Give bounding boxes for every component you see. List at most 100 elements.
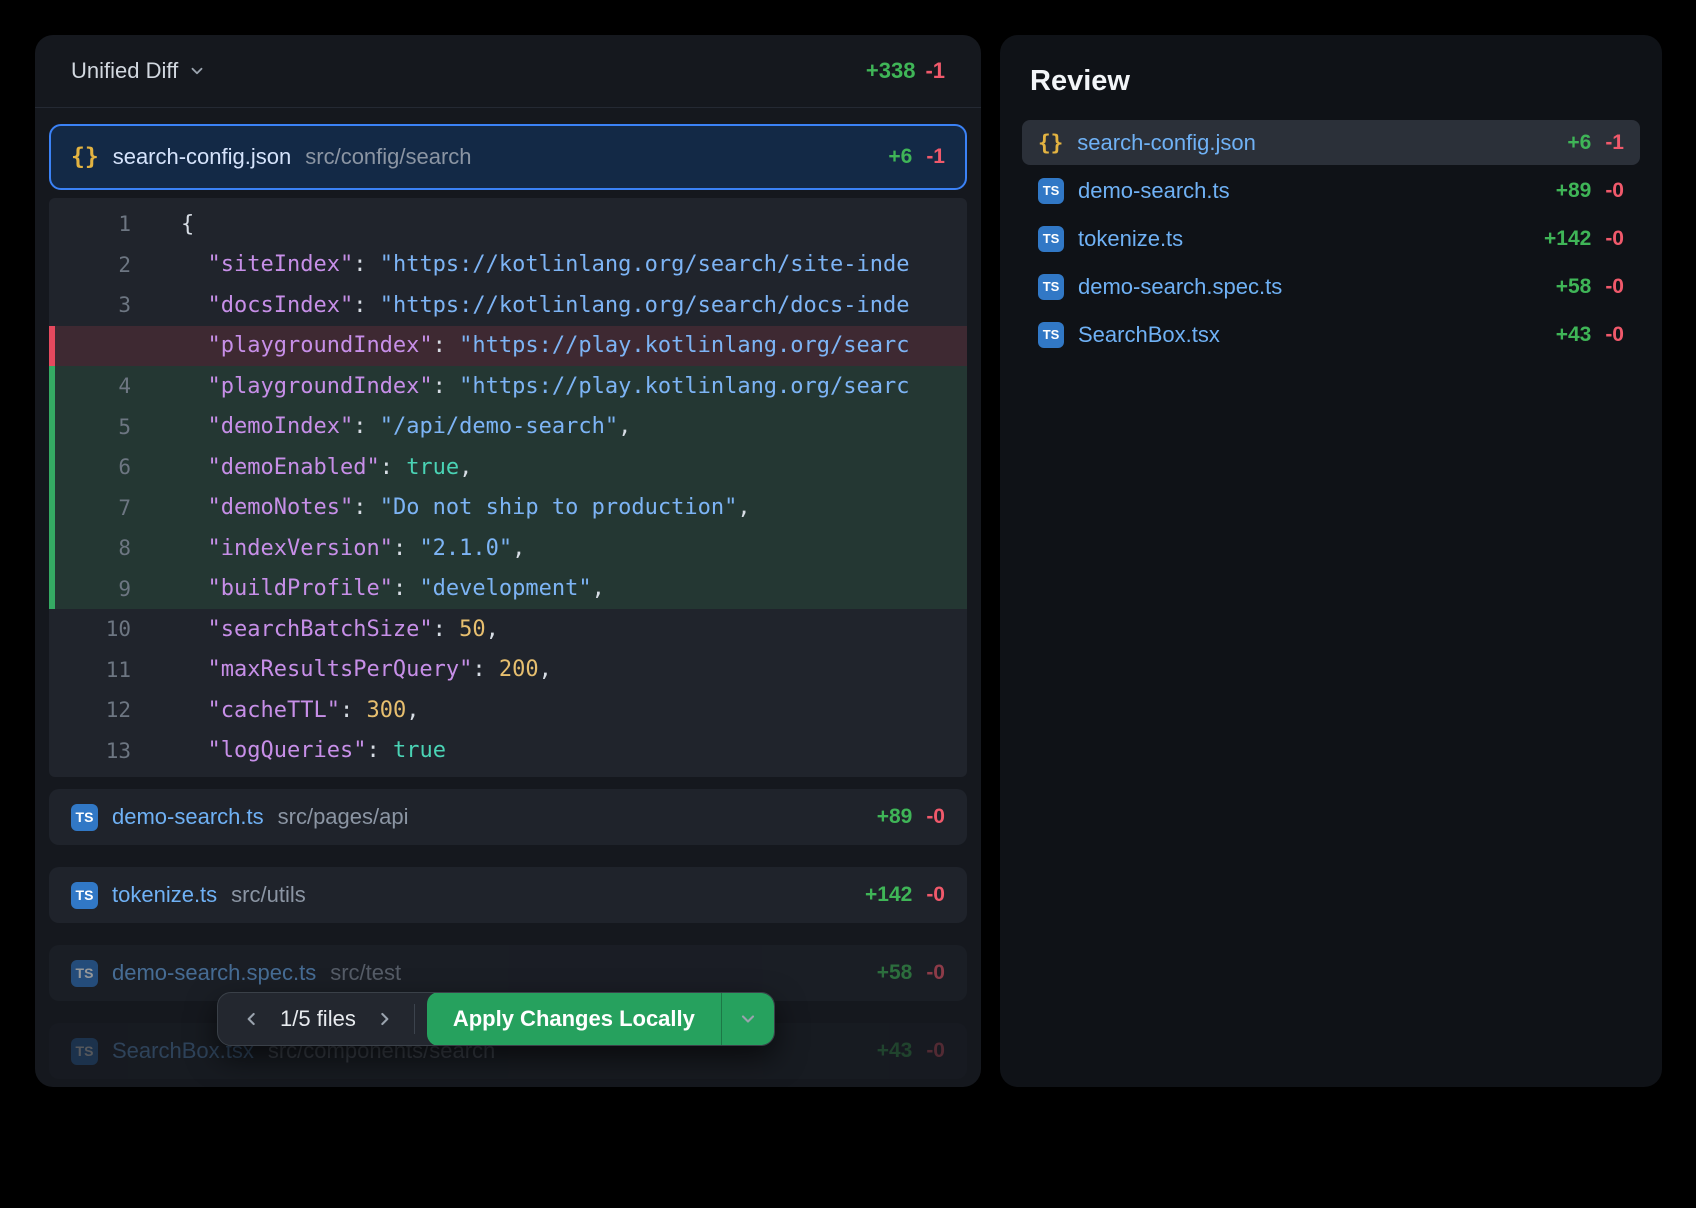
review-file-row[interactable]: TSdemo-search.spec.ts+58-0	[1022, 264, 1640, 309]
removed-count: -1	[1605, 131, 1624, 155]
diff-line-context: 12 "cacheTTL": 300,	[49, 690, 967, 731]
code-text: "buildProfile": "development",	[181, 576, 967, 601]
apply-options-dropdown[interactable]	[722, 992, 774, 1046]
review-file-row[interactable]: TStokenize.ts+142-0	[1022, 216, 1640, 261]
removed-count: -0	[926, 805, 945, 829]
diff-panel: Unified Diff +338 -1 {} search-config.js…	[35, 35, 981, 1087]
file-name: demo-search.ts	[112, 804, 264, 830]
line-number: 7	[49, 496, 181, 520]
review-file-row[interactable]: TSSearchBox.tsx+43-0	[1022, 312, 1640, 357]
diff-line-context: 2 "siteIndex": "https://kotlinlang.org/s…	[49, 245, 967, 286]
diff-line-marker	[49, 609, 55, 650]
line-number: 6	[49, 455, 181, 479]
diff-line-marker	[49, 407, 55, 448]
diff-line-marker	[49, 285, 55, 326]
diff-line-marker	[49, 690, 55, 731]
added-count: +43	[1556, 323, 1592, 347]
review-file-row[interactable]: TSdemo-search.ts+89-0	[1022, 168, 1640, 213]
file-path: src/config/search	[305, 144, 471, 170]
diff-line-marker	[49, 447, 55, 488]
code-text: "playgroundIndex": "https://play.kotlinl…	[181, 374, 967, 399]
diff-line-added: 9 "buildProfile": "development",	[49, 569, 967, 610]
apply-changes-button[interactable]: Apply Changes Locally	[427, 992, 721, 1046]
line-number: 9	[49, 577, 181, 601]
prev-file-button[interactable]	[236, 1003, 268, 1035]
added-count: +6	[888, 145, 912, 169]
review-title: Review	[1030, 65, 1640, 98]
typescript-file-icon: TS	[71, 960, 98, 987]
code-text: "indexVersion": "2.1.0",	[181, 536, 967, 561]
total-added-count: +338	[866, 58, 916, 84]
diff-line-removed: "playgroundIndex": "https://play.kotlinl…	[49, 326, 967, 367]
line-number: 10	[49, 617, 181, 641]
removed-count: -1	[926, 145, 945, 169]
file-path: src/pages/api	[278, 804, 409, 830]
diff-line-marker	[49, 366, 55, 407]
code-text: "maxResultsPerQuery": 200,	[181, 657, 967, 682]
diff-line-marker	[49, 488, 55, 529]
line-number: 12	[49, 698, 181, 722]
diff-line-marker	[49, 245, 55, 286]
typescript-file-icon: TS	[71, 804, 98, 831]
total-diff-counts: +338 -1	[866, 58, 945, 84]
review-file-list: {}search-config.json+6-1TSdemo-search.ts…	[1022, 120, 1640, 357]
code-text: "searchBatchSize": 50,	[181, 617, 967, 642]
chevron-down-icon	[738, 1009, 758, 1029]
collapsed-file-row[interactable]: TS demo-search.ts src/pages/api +89 -0	[49, 789, 967, 845]
json-file-icon: {}	[1038, 131, 1063, 155]
collapsed-file-row[interactable]: TStokenize.tssrc/utils+142-0	[49, 867, 967, 923]
line-number: 3	[49, 293, 181, 317]
added-count: +142	[865, 883, 912, 907]
active-file-card[interactable]: {} search-config.json src/config/search …	[49, 124, 967, 190]
removed-count: -0	[1605, 323, 1624, 347]
chevron-down-icon	[188, 62, 206, 80]
added-count: +89	[1556, 179, 1592, 203]
next-file-button[interactable]	[368, 1003, 400, 1035]
review-panel: Review {}search-config.json+6-1TSdemo-se…	[1000, 35, 1662, 1087]
removed-count: -0	[926, 883, 945, 907]
review-file-row[interactable]: {}search-config.json+6-1	[1022, 120, 1640, 165]
typescript-file-icon: TS	[1038, 322, 1064, 348]
chevron-right-icon	[374, 1009, 394, 1029]
code-text: "docsIndex": "https://kotlinlang.org/sea…	[181, 293, 967, 318]
total-removed-count: -1	[925, 58, 945, 84]
diff-line-marker	[49, 326, 55, 367]
file-name: tokenize.ts	[1078, 226, 1183, 252]
diff-line-marker	[49, 731, 55, 772]
code-text: "siteIndex": "https://kotlinlang.org/sea…	[181, 252, 967, 277]
diff-line-context: 1{	[49, 204, 967, 245]
removed-count: -0	[926, 961, 945, 985]
file-path: src/test	[330, 960, 401, 986]
code-text: {	[181, 212, 967, 237]
file-pager-label: 1/5 files	[280, 1006, 356, 1032]
removed-count: -0	[1605, 179, 1624, 203]
line-number: 1	[49, 212, 181, 236]
diff-line-added: 5 "demoIndex": "/api/demo-search",	[49, 407, 967, 448]
line-number: 4	[49, 374, 181, 398]
apply-button-group: Apply Changes Locally	[427, 992, 774, 1046]
added-count: +43	[877, 1039, 913, 1063]
code-text: "playgroundIndex": "https://play.kotlinl…	[181, 333, 967, 358]
line-number: 2	[49, 253, 181, 277]
file-name: demo-search.spec.ts	[112, 960, 316, 986]
review-window: Unified Diff +338 -1 {} search-config.js…	[0, 0, 1696, 1208]
view-mode-dropdown[interactable]: Unified Diff	[71, 58, 206, 84]
line-number: 13	[49, 739, 181, 763]
diff-body: {} search-config.json src/config/search …	[35, 108, 981, 1079]
added-count: +58	[877, 961, 913, 985]
diff-line-added: 7 "demoNotes": "Do not ship to productio…	[49, 488, 967, 529]
file-name: demo-search.spec.ts	[1078, 274, 1282, 300]
apply-bar: 1/5 files Apply Changes Locally	[217, 992, 775, 1046]
added-count: +58	[1556, 275, 1592, 299]
file-name: search-config.json	[113, 144, 292, 170]
removed-count: -0	[926, 1039, 945, 1063]
file-name: tokenize.ts	[112, 882, 217, 908]
added-count: +89	[877, 805, 913, 829]
line-number: 5	[49, 415, 181, 439]
removed-count: -0	[1605, 227, 1624, 251]
code-text: "cacheTTL": 300,	[181, 698, 967, 723]
typescript-file-icon: TS	[1038, 178, 1064, 204]
added-count: +6	[1567, 131, 1591, 155]
line-number: 11	[49, 658, 181, 682]
diff-code-block: 1{2 "siteIndex": "https://kotlinlang.org…	[49, 198, 967, 777]
